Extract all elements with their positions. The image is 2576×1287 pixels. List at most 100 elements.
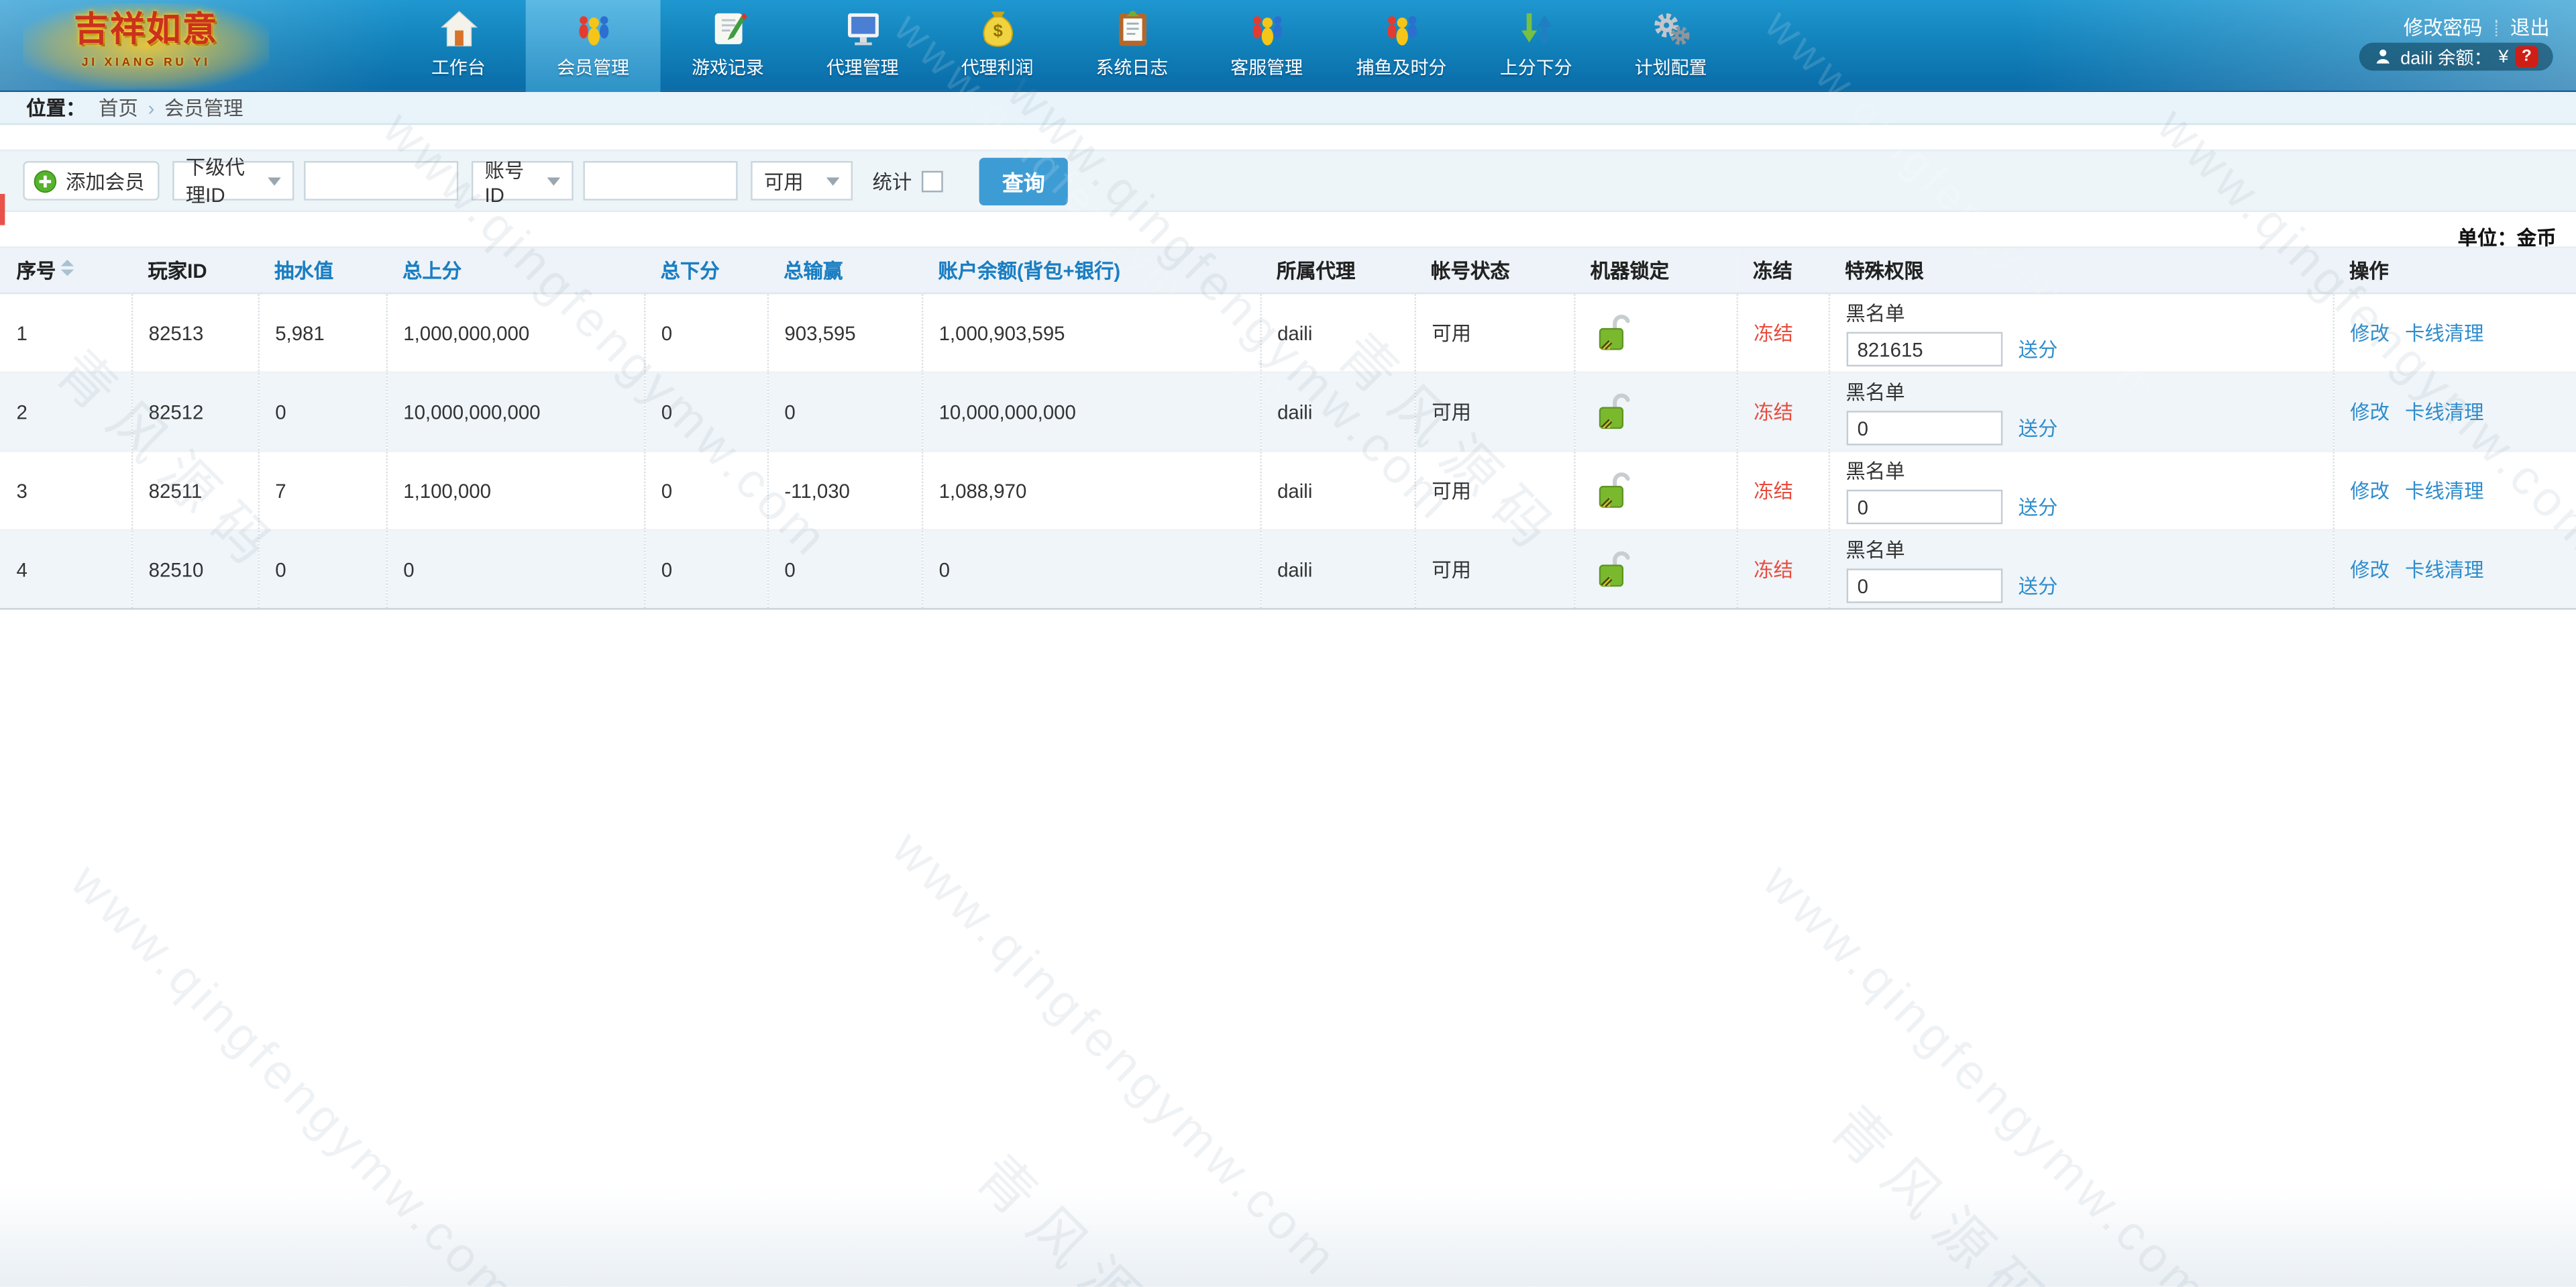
modify-link[interactable]: 修改 [2350, 480, 2390, 503]
unlock-icon[interactable] [1595, 470, 1629, 511]
cell-total-down: 0 [643, 372, 767, 452]
blacklist-link[interactable]: 黑名单 [1845, 378, 2332, 406]
watermark: 青风源码 [963, 1144, 1213, 1287]
table-row: 3 82511 7 1,100,000 0 -11,030 1,088,970 … [0, 451, 2576, 530]
stats-label: 统计 [872, 170, 912, 193]
nav-label: 工作台 [431, 59, 486, 79]
watermark: www.qingfengymw.com [60, 854, 527, 1287]
cell-permission: 黑名单 送分 [1827, 529, 2333, 609]
stats-checkbox[interactable] [921, 170, 943, 192]
cell-winloss: -11,030 [766, 451, 922, 530]
nav-item-members[interactable]: 会员管理 [525, 0, 661, 93]
cell-status: 可用 [1413, 451, 1574, 530]
watermark: www.qingfengymw.com [881, 821, 1349, 1287]
home-icon [439, 11, 477, 47]
gift-points-input[interactable] [1845, 331, 2002, 367]
cell-total-up: 1,100,000 [385, 451, 645, 530]
add-member-button[interactable]: 添加会员 [23, 161, 160, 201]
cell-seq: 3 [16, 478, 28, 503]
col-pump[interactable]: 抽水值 [258, 246, 386, 295]
cell-pump: 7 [257, 451, 386, 530]
nav-item-score-updown[interactable]: 上分下分 [1468, 0, 1603, 92]
cell-permission: 黑名单 送分 [1827, 293, 2333, 372]
clear-connection-link[interactable]: 卡线清理 [2405, 559, 2484, 582]
agent-id-input[interactable] [304, 161, 459, 201]
freeze-link[interactable]: 冻结 [1754, 480, 1793, 503]
cell-freeze: 冻结 [1735, 372, 1829, 452]
blacklist-link[interactable]: 黑名单 [1845, 457, 2332, 485]
nav-item-agent-management[interactable]: 代理管理 [795, 0, 930, 92]
unlock-icon[interactable] [1595, 312, 1629, 353]
clear-connection-link[interactable]: 卡线清理 [2405, 322, 2484, 345]
cell-status: 可用 [1413, 372, 1574, 452]
cell-status: 可用 [1413, 293, 1574, 372]
blacklist-link[interactable]: 黑名单 [1845, 535, 2332, 564]
send-points-link[interactable]: 送分 [2019, 493, 2058, 521]
unlock-icon[interactable] [1595, 391, 1629, 432]
account-id-input[interactable] [583, 161, 738, 201]
balance-unknown-badge[interactable]: ? [2515, 46, 2538, 68]
nav-item-plan-config[interactable]: 计划配置 [1603, 0, 1738, 92]
col-seq[interactable]: 序号 [0, 246, 131, 295]
cell-lock [1572, 451, 1737, 530]
send-points-link[interactable]: 送分 [2019, 336, 2058, 364]
freeze-link[interactable]: 冻结 [1754, 401, 1793, 424]
status-select[interactable]: 可用 [751, 161, 853, 201]
modify-link[interactable]: 修改 [2350, 401, 2390, 424]
col-balance[interactable]: 账户余额(背包+银行) [921, 246, 1260, 295]
cell-permission: 黑名单 送分 [1827, 372, 2333, 452]
clear-connection-link[interactable]: 卡线清理 [2405, 480, 2484, 503]
freeze-link[interactable]: 冻结 [1754, 322, 1793, 345]
user-balance-pill[interactable]: daili 余额： ¥ ? [2359, 42, 2553, 71]
nav-item-game-records[interactable]: 游戏记录 [660, 0, 795, 92]
col-freeze: 冻结 [1736, 246, 1829, 295]
gift-points-input[interactable] [1845, 568, 2002, 603]
gift-points-input[interactable] [1845, 411, 2002, 446]
chevron-down-icon [826, 176, 840, 185]
search-button[interactable]: 查询 [979, 156, 1068, 205]
unlock-icon[interactable] [1595, 549, 1629, 590]
send-points-link[interactable]: 送分 [2019, 572, 2058, 600]
account-id-select[interactable]: 账号ID [471, 158, 574, 206]
members-icon [578, 16, 608, 46]
cell-lock [1572, 372, 1737, 452]
col-total-up[interactable]: 总上分 [386, 246, 645, 295]
nav-item-customer-service[interactable]: 客服管理 [1199, 0, 1334, 92]
cell-winloss: 0 [766, 372, 922, 452]
col-total-down[interactable]: 总下分 [644, 246, 767, 295]
main-nav: 工作台 会员管理 游戏记录 代理管理 $ 代理利润 系统日志 客服管理 捕鱼及时… [391, 0, 1738, 93]
breadcrumb: 位置： 首页 › 会员管理 [0, 92, 2576, 125]
gift-points-input[interactable] [1845, 489, 2002, 525]
cell-balance: 10,000,000,000 [920, 372, 1260, 452]
currency-symbol: ¥ [2498, 46, 2509, 67]
game-record-icon [714, 13, 747, 44]
logout-link[interactable]: 退出 [2510, 13, 2550, 42]
clear-connection-link[interactable]: 卡线清理 [2405, 401, 2484, 424]
sort-icon [60, 259, 74, 276]
blacklist-link[interactable]: 黑名单 [1845, 299, 2332, 327]
cell-balance: 1,088,970 [920, 451, 1260, 530]
col-actions: 操作 [2332, 246, 2576, 295]
cell-freeze: 冻结 [1735, 451, 1829, 530]
watermark: 青风源码 [1818, 1094, 2068, 1287]
nav-label: 客服管理 [1230, 59, 1303, 79]
cell-player-id: 82512 [130, 372, 258, 452]
cell-freeze: 冻结 [1735, 293, 1829, 372]
freeze-link[interactable]: 冻结 [1754, 559, 1793, 582]
nav-item-fishing-points[interactable]: 捕鱼及时分 [1334, 0, 1469, 92]
agent-id-select[interactable]: 下级代理ID [172, 156, 294, 207]
nav-item-agent-profit[interactable]: $ 代理利润 [930, 0, 1065, 92]
nav-item-workbench[interactable]: 工作台 [391, 0, 526, 92]
change-password-link[interactable]: 修改密码 [2404, 13, 2483, 42]
col-winloss[interactable]: 总输赢 [767, 246, 922, 295]
modify-link[interactable]: 修改 [2350, 559, 2390, 582]
logo[interactable]: 吉祥如意 JI XIANG RU YI [23, 3, 270, 89]
breadcrumb-home[interactable]: 首页 [99, 94, 138, 122]
cell-player-id: 82511 [130, 451, 258, 530]
modify-link[interactable]: 修改 [2350, 322, 2390, 345]
breadcrumb-current: 会员管理 [164, 97, 244, 120]
col-lock: 机器锁定 [1574, 246, 1737, 295]
send-points-link[interactable]: 送分 [2019, 414, 2058, 442]
nav-item-system-logs[interactable]: 系统日志 [1065, 0, 1199, 92]
nav-label: 上分下分 [1499, 59, 1572, 79]
